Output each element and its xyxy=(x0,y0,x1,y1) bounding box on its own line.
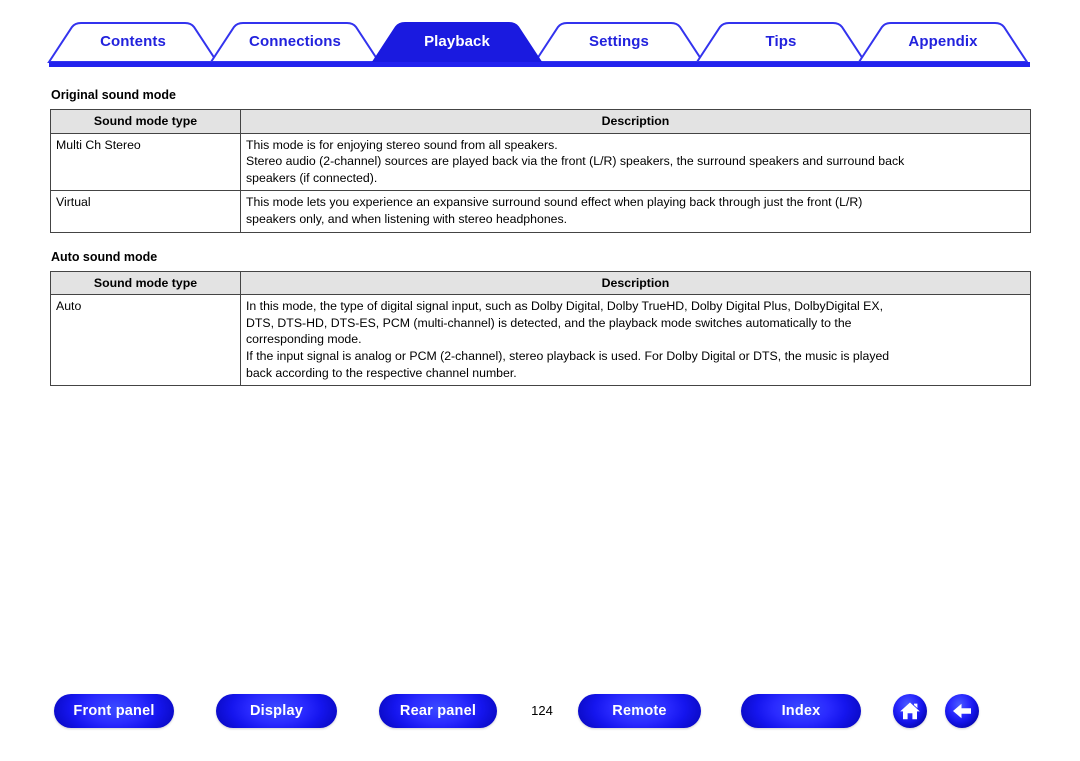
section-original-sound-mode: Original sound mode Sound mode type Desc… xyxy=(50,88,1032,233)
section-auto-sound-mode: Auto sound mode Sound mode type Descript… xyxy=(50,250,1032,387)
tab-shape-settings xyxy=(533,22,705,63)
display-button[interactable]: Display xyxy=(216,694,337,728)
table-header-row: Sound mode type Description xyxy=(50,270,1031,296)
table-row: Multi Ch Stereo This mode is for enjoyin… xyxy=(50,132,1031,192)
column-header-description: Description xyxy=(240,109,1031,134)
description-line: DTS, DTS-HD, DTS-ES, PCM (multi-channel)… xyxy=(246,315,852,330)
section-title-original: Original sound mode xyxy=(51,88,177,102)
rear-panel-button[interactable]: Rear panel xyxy=(379,694,497,728)
table-original-sound-mode: Sound mode type Description Multi Ch Ste… xyxy=(50,109,1031,233)
tab-shape-playback xyxy=(371,22,543,63)
index-button-label: Index xyxy=(781,703,821,719)
cell-sound-mode-type: Virtual xyxy=(50,190,241,233)
section-title-auto: Auto sound mode xyxy=(51,249,158,264)
back-button[interactable] xyxy=(945,694,979,728)
tab-shape-contents xyxy=(47,22,219,63)
description-line: In this mode, the type of digital signal… xyxy=(246,299,884,314)
remote-button-label: Remote xyxy=(612,703,667,719)
home-icon xyxy=(900,702,920,720)
column-header-sound-mode-type: Sound mode type xyxy=(50,270,241,296)
table-header-row: Sound mode type Description xyxy=(50,109,1031,134)
remote-button[interactable]: Remote xyxy=(578,694,701,728)
tab-underline xyxy=(49,62,1030,67)
cell-description: In this mode, the type of digital signal… xyxy=(240,294,1031,387)
tab-shape-tips xyxy=(695,22,867,63)
description-line: corresponding mode. xyxy=(246,332,362,347)
tab-shape-connections xyxy=(209,22,381,63)
front-panel-button-label: Front panel xyxy=(73,703,155,719)
index-button[interactable]: Index xyxy=(741,694,861,728)
main-content: Original sound mode Sound mode type Desc… xyxy=(50,88,1032,387)
rear-panel-button-label: Rear panel xyxy=(399,703,477,719)
nav-tab-bar: Contents Connections Playback Settings T… xyxy=(0,0,1080,70)
description-line: back according to the respective channel… xyxy=(246,365,517,380)
table-row: Auto In this mode, the type of digital s… xyxy=(50,294,1031,387)
column-header-description: Description xyxy=(240,270,1031,296)
description-line: speakers (if connected). xyxy=(246,170,378,185)
description-line: Stereo audio (2-channel) sources are pla… xyxy=(246,154,905,169)
cell-sound-mode-type: Auto xyxy=(50,294,241,387)
page-number: 124 xyxy=(531,703,553,718)
description-line: This mode lets you experience an expansi… xyxy=(246,195,863,210)
table-auto-sound-mode: Sound mode type Description Auto In this… xyxy=(50,270,1031,387)
back-arrow-icon xyxy=(953,703,971,719)
cell-description: This mode is for enjoying stereo sound f… xyxy=(240,132,1031,192)
cell-description: This mode lets you experience an expansi… xyxy=(240,190,1031,233)
description-line: If the input signal is analog or PCM (2-… xyxy=(246,348,890,363)
tab-shape-appendix xyxy=(857,22,1029,63)
footer-navigation: Front panel Display Rear panel 124 Remot… xyxy=(0,694,1080,742)
display-button-label: Display xyxy=(250,703,303,719)
description-line: This mode is for enjoying stereo sound f… xyxy=(246,137,558,152)
home-button[interactable] xyxy=(893,694,927,728)
cell-sound-mode-type: Multi Ch Stereo xyxy=(50,132,241,192)
table-row: Virtual This mode lets you experience an… xyxy=(50,190,1031,233)
front-panel-button[interactable]: Front panel xyxy=(54,694,174,728)
column-header-sound-mode-type: Sound mode type xyxy=(50,109,241,134)
description-line: speakers only, and when listening with s… xyxy=(246,211,568,226)
